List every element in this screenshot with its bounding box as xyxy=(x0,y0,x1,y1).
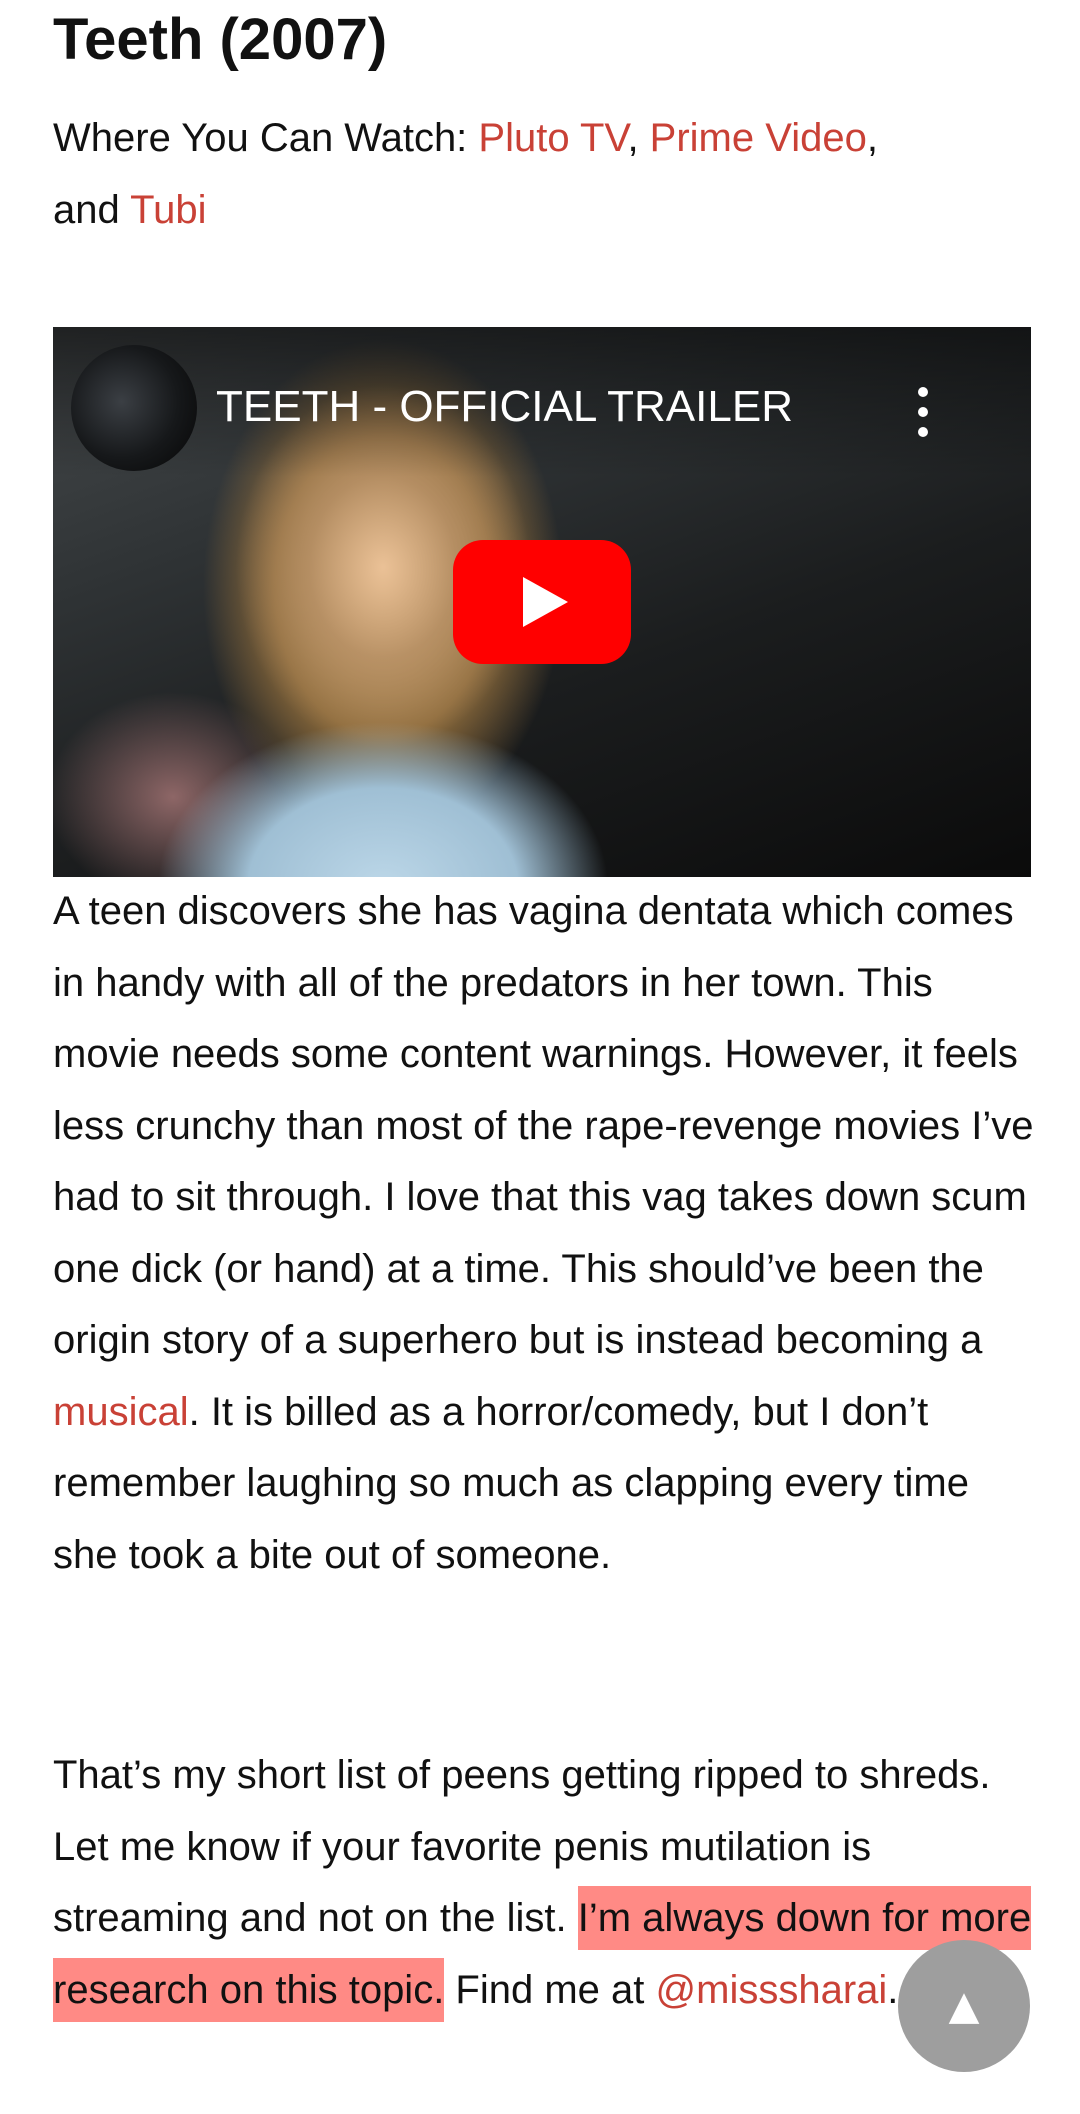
musical-link[interactable]: musical xyxy=(53,1390,189,1434)
service-link-tubi[interactable]: Tubi xyxy=(130,188,206,232)
where-to-watch: Where You Can Watch: Pluto TV, Prime Vid… xyxy=(53,102,1033,246)
where-label: Where You Can Watch: xyxy=(53,116,479,160)
review-text: A teen discovers she has vagina dentata … xyxy=(53,889,1034,1362)
closing-paragraph: That’s my short list of peens getting ri… xyxy=(53,1740,1043,2026)
scroll-to-top-button[interactable]: ▲ xyxy=(898,1940,1030,2072)
youtube-embed[interactable]: TEETH - OFFICIAL TRAILER xyxy=(53,327,1031,877)
review-text-continued: . It is billed as a horror/comedy, but I… xyxy=(53,1389,969,1577)
closing-period: . xyxy=(887,1967,899,2012)
service-link-pluto-tv[interactable]: Pluto TV xyxy=(478,116,627,160)
service-link-prime-video[interactable]: Prime Video xyxy=(650,116,867,160)
movie-title: Teeth (2007) xyxy=(53,7,388,72)
youtube-play-icon[interactable] xyxy=(453,540,631,664)
and-text: and xyxy=(53,188,131,232)
vertical-ellipsis-icon[interactable] xyxy=(913,387,933,437)
separator: , xyxy=(866,116,878,160)
closing-text-continued: Find me at xyxy=(444,1967,656,2012)
twitter-handle-link[interactable]: @misssharai xyxy=(656,1968,888,2012)
up-arrow-icon: ▲ xyxy=(948,1983,980,2029)
video-title[interactable]: TEETH - OFFICIAL TRAILER xyxy=(216,379,793,435)
review-paragraph: A teen discovers she has vagina dentata … xyxy=(53,876,1043,1591)
separator: , xyxy=(627,116,650,160)
channel-avatar[interactable] xyxy=(71,345,197,471)
